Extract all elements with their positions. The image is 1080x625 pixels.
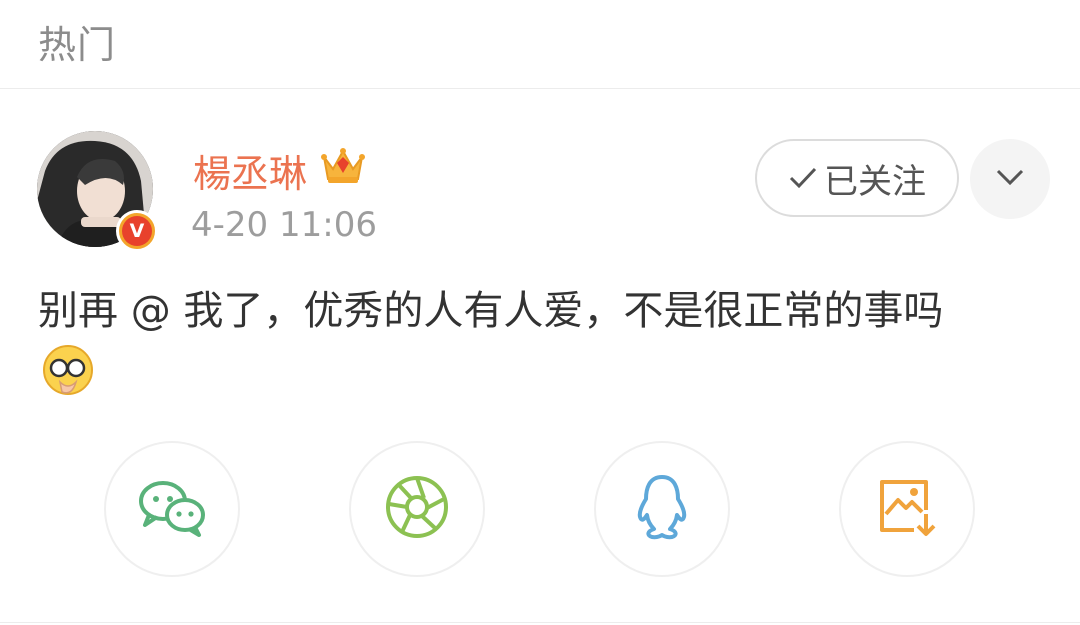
- embarrassed-emoji-icon: [40, 342, 96, 402]
- wechat-icon: [137, 477, 207, 541]
- save-image-button[interactable]: [839, 441, 975, 577]
- save-image-icon: [874, 474, 940, 544]
- checkmark-icon: [788, 165, 818, 191]
- share-qq-button[interactable]: [594, 441, 730, 577]
- moments-icon: [384, 474, 450, 544]
- header-title: 热门: [38, 23, 117, 67]
- more-menu-button[interactable]: [970, 139, 1050, 219]
- username[interactable]: 楊丞琳: [193, 143, 307, 198]
- share-moments-button[interactable]: [349, 441, 485, 577]
- follow-button-label: 已关注: [824, 161, 926, 202]
- crown-icon: [320, 145, 366, 191]
- post-timestamp: 4-20 11:06: [191, 205, 377, 245]
- verified-badge-label: V: [122, 216, 152, 246]
- bottom-divider: [0, 622, 1080, 623]
- qq-icon: [632, 473, 692, 545]
- page-header: 热门: [0, 0, 1080, 89]
- follow-button[interactable]: 已关注: [755, 139, 959, 217]
- post-text: 别再 @ 我了，优秀的人有人爱，不是很正常的事吗: [38, 288, 944, 334]
- verified-badge: V: [116, 210, 158, 252]
- share-wechat-button[interactable]: [104, 441, 240, 577]
- chevron-down-icon: [995, 168, 1025, 190]
